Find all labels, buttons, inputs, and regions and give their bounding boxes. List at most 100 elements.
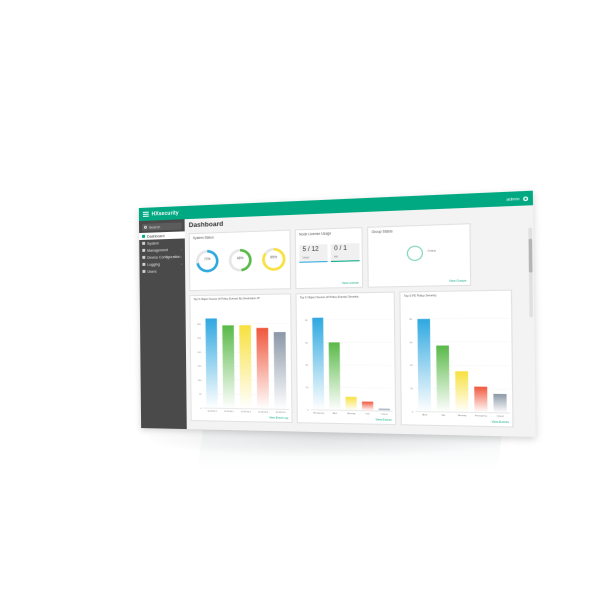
x-tick-label: Alert: [333, 412, 338, 415]
bar-chart-policy-severity: 0 20 40 60 80 Alert Info Warning Emergency Critic…: [409, 291, 514, 418]
bar[interactable]: [417, 318, 432, 412]
bar[interactable]: [239, 325, 252, 409]
y-tick-label: 150: [198, 366, 203, 368]
management-icon: [142, 248, 146, 252]
y-tick-label: 0: [200, 408, 202, 410]
y-tick-label: 300: [197, 324, 202, 326]
x-tick-label: Emergency: [313, 412, 324, 414]
sidebar-search-input[interactable]: Search: [141, 222, 182, 231]
y-tick-label: 50: [199, 394, 202, 396]
x-tick-label: 10.18.50.5: [275, 412, 286, 414]
scrollbar-thumb[interactable]: [528, 238, 533, 273]
chevron-right-icon: ›: [180, 247, 182, 252]
license-used-label: Used: [302, 256, 309, 260]
license-used-card: 5 / 12 Used: [299, 244, 328, 263]
app-window: HXsecurity admin Search Dashboard System…: [138, 190, 536, 437]
bar[interactable]: [205, 318, 218, 409]
system-icon: [142, 241, 146, 245]
sidebar-item-label: Logging: [147, 261, 160, 267]
sidebar-item-label: Users: [147, 269, 157, 274]
gauge: 72%: [196, 249, 219, 273]
users-icon: [142, 269, 146, 273]
x-tick-label: Alert: [422, 413, 427, 416]
bar[interactable]: [474, 386, 488, 413]
help-icon[interactable]: [523, 195, 529, 201]
gauge-value: 85%: [270, 255, 278, 260]
license-ha-value: 0 / 1: [333, 245, 347, 253]
main-content: Dashboard System Status 72% 48% 85% Node…: [184, 205, 536, 437]
y-tick-label: 250: [197, 338, 202, 340]
x-tick-label: Critical: [497, 414, 505, 418]
user-menu[interactable]: admin: [506, 196, 519, 202]
sidebar: Search Dashboard System Management › Dev…: [139, 219, 187, 430]
device-config-icon: [142, 255, 146, 259]
node-license-panel: Node License Usage 5 / 12 Used 0 / 1 HA …: [294, 227, 364, 290]
gauge: 48%: [228, 248, 252, 272]
chart-panel-3: Top 5 PS Policy Severity 0 20 40 60 80 Alert I…: [399, 289, 514, 428]
ring-label: Online: [427, 249, 436, 253]
view-groups-link[interactable]: View Groups: [449, 279, 466, 283]
y-tick-label: 20: [410, 388, 414, 390]
license-used-value: 5 / 12: [302, 246, 319, 254]
view-event-log-link[interactable]: View Event Log: [269, 416, 288, 419]
bar[interactable]: [493, 393, 507, 413]
bar[interactable]: [345, 396, 357, 411]
y-tick-label: 40: [305, 365, 309, 367]
y-tick-label: 0: [412, 411, 414, 413]
vertical-scrollbar[interactable]: [528, 227, 534, 318]
y-tick-label: 80: [409, 319, 413, 321]
bar[interactable]: [361, 401, 374, 411]
sidebar-item-label: Dashboard: [146, 233, 165, 239]
view-events-link[interactable]: View Events: [492, 420, 509, 424]
x-tick-label: 10.18.50.1: [207, 411, 217, 413]
logging-icon: [142, 262, 146, 266]
group-status-panel: Group Status Online View Groups: [367, 223, 472, 288]
bar[interactable]: [256, 327, 269, 410]
x-tick-label: Critical: [381, 413, 389, 416]
bar[interactable]: [312, 317, 325, 411]
gauge: 85%: [262, 247, 286, 272]
bar-chart-severity: 0 20 40 60 80 Emergency Alert Warning Info Critic…: [305, 317, 398, 416]
gauge-value: 72%: [203, 256, 211, 262]
bar[interactable]: [273, 332, 287, 410]
x-tick-label: Warning: [347, 413, 355, 415]
gauge-value: 48%: [236, 256, 244, 261]
x-tick-label: Emergency: [475, 415, 487, 417]
bar[interactable]: [328, 342, 341, 411]
x-tick-label: 10.18.50.3: [241, 411, 252, 413]
y-tick-label: 0: [307, 410, 309, 412]
x-tick-label: 10.18.50.2: [224, 411, 234, 413]
y-tick-label: 60: [305, 342, 309, 344]
bar[interactable]: [436, 345, 450, 413]
floor-reflection: [197, 430, 503, 470]
dashboard-icon: [142, 234, 146, 238]
x-tick-label: 10.18.50.4: [258, 412, 269, 414]
chevron-right-icon: ›: [181, 261, 183, 266]
y-tick-label: 20: [306, 387, 310, 389]
view-events-link[interactable]: View Events: [376, 418, 392, 422]
stage: HXsecurity admin Search Dashboard System…: [0, 0, 600, 600]
bar[interactable]: [455, 371, 469, 413]
sidebar-item-label: System: [147, 240, 159, 246]
view-license-link[interactable]: View License: [342, 282, 359, 286]
x-tick-label: Info: [441, 415, 446, 417]
license-ha-card: 0 / 1 HA: [330, 243, 360, 262]
chart-panel-2: Top 5 Object Source (# Policy Events) Se…: [295, 291, 398, 426]
x-tick-label: Info: [366, 413, 371, 415]
y-tick-label: 60: [410, 342, 414, 344]
brand-name: HXsecurity: [151, 209, 179, 218]
panel-title: System Status: [192, 235, 214, 241]
hamburger-menu-icon[interactable]: [142, 211, 149, 217]
panel-title: Node License Usage: [299, 231, 332, 237]
search-placeholder: Search: [148, 224, 161, 230]
bar[interactable]: [222, 325, 235, 409]
x-tick-label: Warning: [458, 415, 467, 417]
y-tick-label: 80: [305, 320, 309, 322]
sidebar-item-users[interactable]: Users: [139, 267, 185, 275]
system-status-panel: System Status 72% 48% 85%: [188, 229, 292, 292]
sidebar-item-label: Device Configuration: [147, 254, 181, 260]
y-tick-label: 100: [198, 380, 203, 382]
license-ha-label: HA: [334, 255, 338, 259]
chevron-right-icon: ›: [180, 254, 182, 259]
bar-chart-destination-ip: 0 50 100 150 200 250 300 10.18.50.1 10.18.50.2 10…: [197, 318, 293, 414]
